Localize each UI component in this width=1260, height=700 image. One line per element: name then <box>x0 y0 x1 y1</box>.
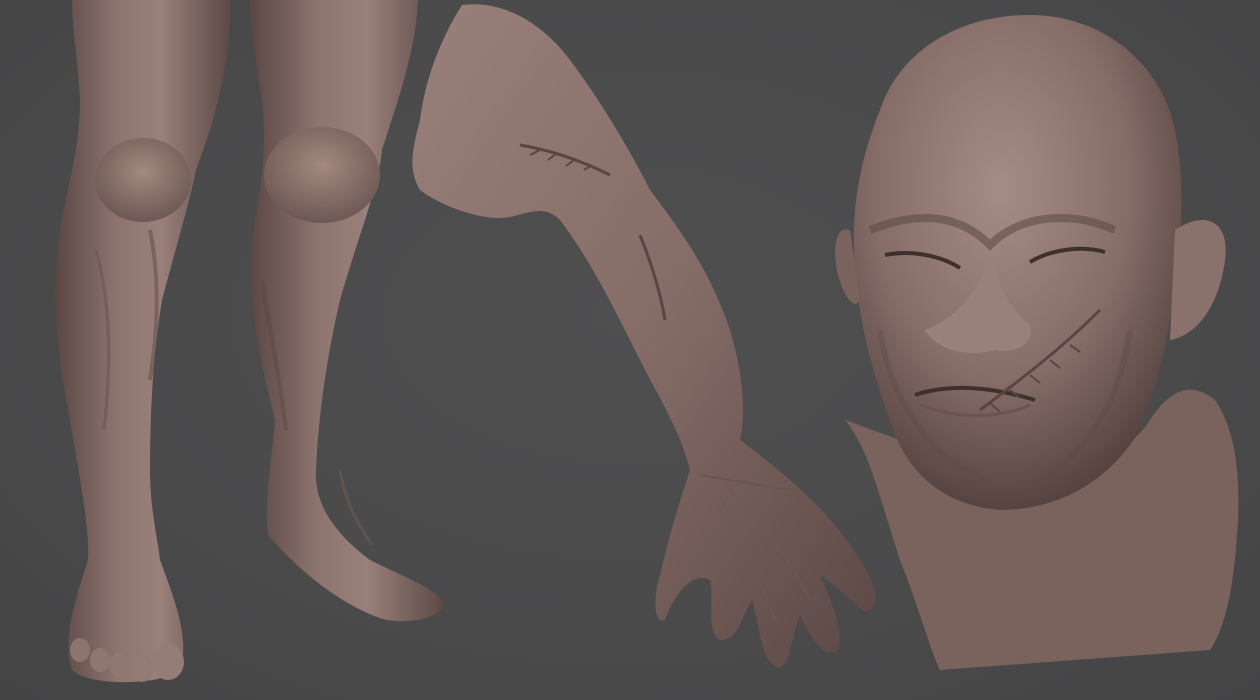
head-sculpt <box>835 15 1239 670</box>
left-leg-sculpt <box>55 0 231 683</box>
right-leg-sculpt <box>250 0 444 622</box>
sculpt-render <box>55 0 1239 683</box>
arm-sculpt <box>412 4 876 668</box>
sculpt-viewport <box>0 0 1260 700</box>
